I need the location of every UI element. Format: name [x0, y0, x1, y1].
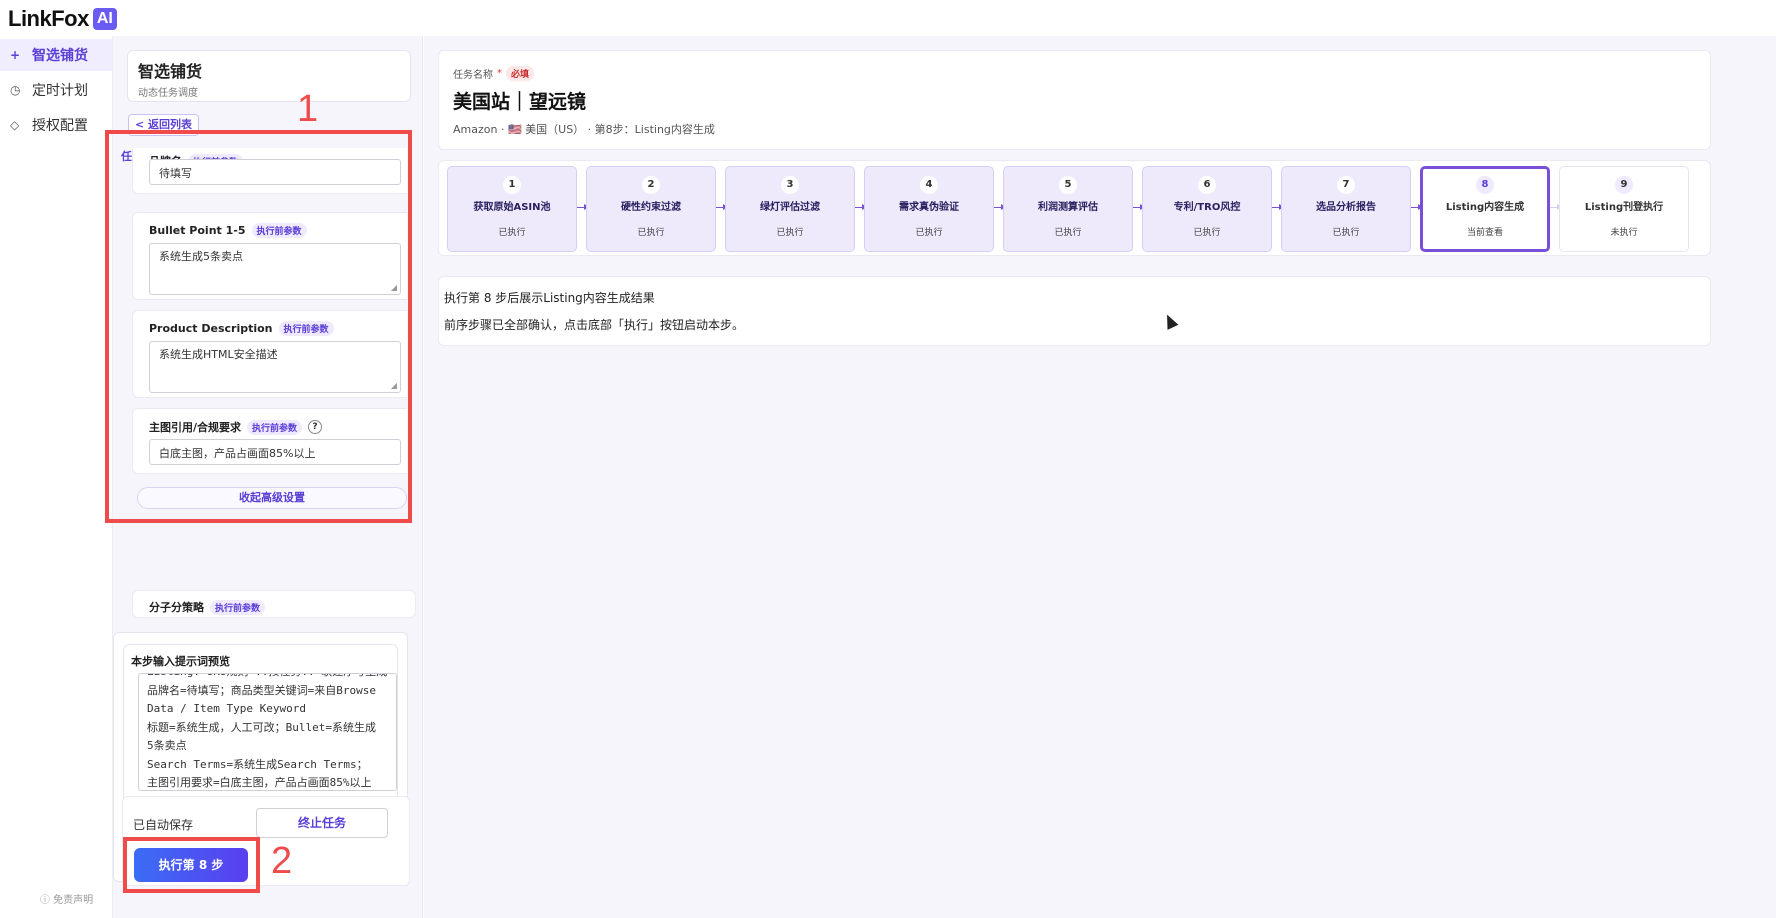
task-label-text: 任务名称 — [453, 70, 493, 81]
step-label: 硬性约束过滤 — [621, 202, 681, 213]
step-status: 已执行 — [915, 228, 943, 238]
step-label: 选品分析报告 — [1316, 202, 1376, 213]
step-number: 3 — [781, 176, 799, 194]
stop-task-button[interactable]: 终止任务 — [256, 808, 388, 838]
step-number: 8 — [1476, 176, 1494, 194]
step-card-5[interactable]: 5 利润测算评估 已执行 — [1003, 166, 1133, 252]
result-line-1: 执行第 8 步后展示Listing内容生成结果 — [444, 291, 655, 305]
param-card-partial: 分子分策略 执行前参数 — [132, 590, 416, 618]
step-label: Listing内容生成 — [1445, 202, 1525, 213]
step-status: 当前查看 — [1466, 228, 1503, 238]
step-card-1[interactable]: 1 获取原始ASIN池 已执行 — [447, 166, 577, 252]
step-status: 已执行 — [498, 228, 526, 238]
step-card-8[interactable]: 8 Listing内容生成 当前查看 — [1420, 166, 1550, 252]
pre-exec-tag: 执行前参数 — [210, 599, 266, 615]
step-card-2[interactable]: 2 硬性约束过滤 已执行 — [586, 166, 716, 252]
step-status: 已执行 — [1332, 228, 1360, 238]
clock-icon: ◷ — [10, 83, 21, 97]
preview-line: 5条卖点 — [147, 739, 187, 752]
step-status: 未执行 — [1610, 228, 1638, 238]
sidebar-item-smart-listing[interactable]: + 智选铺货 — [0, 39, 112, 71]
step-label: 专利/TRO风控 — [1173, 202, 1241, 213]
top-bar: LinkFox AI — [0, 0, 1776, 36]
panel-title: 智选铺货 — [138, 62, 203, 81]
step-card-9[interactable]: 9 Listing刊登执行 未执行 — [1559, 166, 1689, 252]
sidebar-item-label: 授权配置 — [32, 118, 88, 134]
sidebar-item-auth[interactable]: ◇ 授权配置 — [0, 109, 112, 141]
main-content: 任务名称 * 必填 美国站｜望远镜 Amazon · 🇺🇸 美国（US） · 第… — [424, 36, 1776, 918]
required-tag: 必填 — [506, 66, 535, 81]
annotation-number-2: 2 — [271, 840, 293, 882]
preview-line: 标题=系统生成，人工可改；Bullet=系统生成 — [147, 720, 376, 734]
step-label: 获取原始ASIN池 — [473, 202, 551, 213]
param-label-text: 分子分策略 — [149, 601, 204, 614]
step-label: 利润测算评估 — [1038, 202, 1098, 213]
preview-line: 品牌名=待填写；商品类型关键词=来自Browse — [147, 683, 376, 697]
prompt-preview-textarea[interactable]: Listing: UKU规则 ..按任务.. 联建序号生成 品牌名=待填写；商品… — [138, 673, 397, 791]
sparkle-icon: + — [10, 48, 21, 62]
step-label: 需求真伪验证 — [899, 202, 959, 213]
step-number: 2 — [642, 176, 660, 194]
step-number: 9 — [1615, 176, 1633, 194]
panel-header: 智选铺货 动态任务调度 — [127, 50, 411, 102]
sidebar-item-label: 智选铺货 — [32, 48, 88, 64]
preview-line: Search Terms=系统生成Search Terms； — [147, 757, 368, 771]
result-card — [438, 276, 1711, 346]
annotation-box-2 — [123, 837, 260, 893]
result-line-2: 前序步骤已全部确认，点击底部「执行」按钮启动本步。 — [444, 318, 745, 332]
task-info-card: 任务名称 * 必填 美国站｜望远镜 Amazon · 🇺🇸 美国（US） · 第… — [438, 50, 1711, 150]
step-number: 5 — [1059, 176, 1077, 194]
task-name[interactable]: 美国站｜望远镜 — [453, 87, 586, 114]
step-card-3[interactable]: 3 绿灯评估过滤 已执行 — [725, 166, 855, 252]
task-name-label: 任务名称 * 必填 — [453, 66, 535, 81]
step-card-4[interactable]: 4 需求真伪验证 已执行 — [864, 166, 994, 252]
preview-line: Listing: UKU规则 ..按任务.. 联建序号生成 — [147, 674, 388, 682]
task-config-panel: 智选铺货 动态任务调度 < 返回列表 任务步骤参数 品牌名 执行前参数 待填写 … — [105, 36, 423, 918]
preview-line: 主图引用要求=白底主图，产品占画面85%以上 — [147, 776, 372, 789]
autosave-status: 已自动保存 — [133, 818, 194, 832]
step-number: 6 — [1198, 176, 1216, 194]
panel-subtitle: 动态任务调度 — [138, 88, 198, 99]
step-number: 1 — [503, 176, 521, 194]
preview-title: 本步输入提示词预览 — [131, 655, 230, 668]
step-label: 绿灯评估过滤 — [760, 202, 820, 213]
step-number: 4 — [920, 176, 938, 194]
annotation-box-1 — [105, 130, 412, 523]
disclaimer-link[interactable]: ⓘ 免责声明 — [40, 891, 93, 906]
step-status: 已执行 — [1054, 228, 1082, 238]
logo-text: LinkFox — [8, 6, 89, 31]
diamond-icon: ◇ — [10, 118, 20, 132]
annotation-number-1: 1 — [297, 88, 319, 130]
logo-badge: AI — [92, 8, 117, 30]
sidebar-item-schedule[interactable]: ◷ 定时计划 — [0, 74, 112, 106]
required-mark: * — [497, 68, 502, 79]
param-label: 分子分策略 执行前参数 — [149, 599, 266, 615]
step-status: 已执行 — [1193, 228, 1221, 238]
step-card-6[interactable]: 6 专利/TRO风控 已执行 — [1142, 166, 1272, 252]
step-card-7[interactable]: 7 选品分析报告 已执行 — [1281, 166, 1411, 252]
app-logo[interactable]: LinkFox AI — [8, 6, 117, 32]
step-label: Listing刊登执行 — [1584, 202, 1664, 213]
sidebar-item-label: 定时计划 — [32, 83, 88, 99]
preview-line: Data / Item Type Keyword — [147, 702, 306, 715]
step-status: 已执行 — [776, 228, 804, 238]
step-status: 已执行 — [637, 228, 665, 238]
step-number: 7 — [1337, 176, 1355, 194]
step-pipeline: 1 获取原始ASIN池 已执行 2 硬性约束过滤 已执行 3 绿灯评估过滤 已执… — [438, 160, 1711, 256]
task-meta: Amazon · 🇺🇸 美国（US） · 第8步：Listing内容生成 — [453, 123, 715, 136]
sidebar-nav: + 智选铺货 ◷ 定时计划 ◇ 授权配置 ⓘ 免责声明 — [0, 36, 113, 918]
